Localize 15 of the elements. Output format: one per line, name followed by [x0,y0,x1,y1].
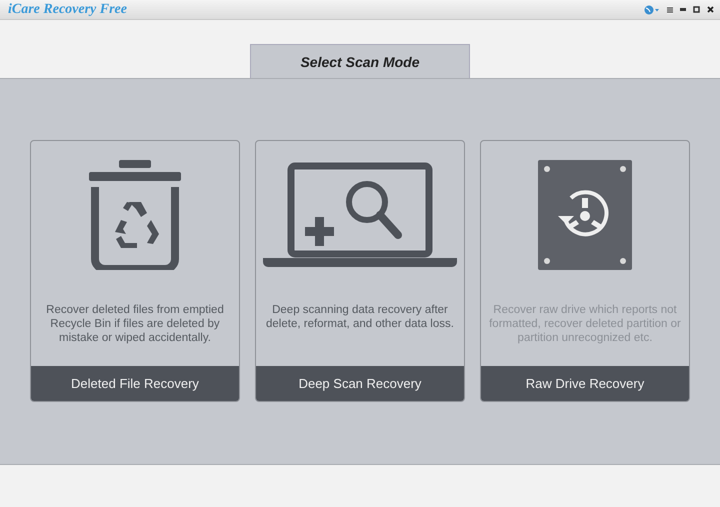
laptop-search-icon [263,162,457,268]
recycle-bin-icon [89,160,181,270]
card-description: Recover raw drive which reports not formatted, recover deleted partition or partition unrecognized etc. [488,303,682,346]
window-title: iCare Recovery Free [8,2,127,18]
globe-icon[interactable] [644,4,660,14]
card-description: Deep scanning data recovery after delete, reformat, and other data loss. [265,303,455,332]
recovery-button[interactable]: Deleted File Recovery [31,366,239,401]
hard-drive-icon [538,160,632,270]
menu-icon[interactable] [667,6,673,12]
scan-mode-tab[interactable]: Select Scan Mode [250,44,470,78]
close-icon[interactable] [707,6,714,13]
recovery-button[interactable]: Deep Scan Recovery [256,366,464,401]
maximize-icon[interactable] [693,6,700,13]
card-description: Recover deleted files from emptied Recycle Bin if files are deleted by mistake or wiped accidentally. [45,303,225,346]
recovery-button[interactable]: Raw Drive Recovery [481,366,689,401]
